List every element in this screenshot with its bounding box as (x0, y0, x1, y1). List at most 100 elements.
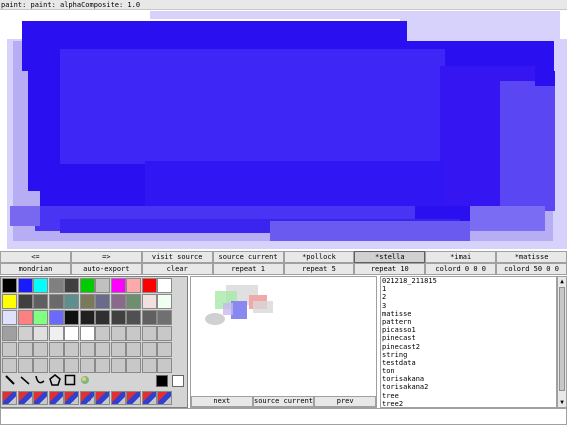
palette-swatch[interactable] (79, 310, 95, 325)
palette-swatch[interactable] (126, 358, 141, 373)
palette-swatch[interactable] (33, 358, 48, 373)
list-item[interactable]: testdata (381, 359, 556, 367)
colord-0-button[interactable]: colord 0 0 0 (425, 263, 497, 275)
status-input[interactable] (0, 408, 567, 425)
palette-preset-swatch[interactable] (157, 391, 172, 405)
shape-icon[interactable] (48, 374, 62, 388)
palette-swatch[interactable] (157, 278, 172, 293)
palette-swatch[interactable] (110, 326, 126, 341)
palette-swatch[interactable] (95, 294, 110, 309)
palette-swatch[interactable] (95, 342, 110, 357)
palette-swatch[interactable] (79, 326, 95, 341)
list-item[interactable]: 1 (381, 285, 556, 293)
paint-canvas[interactable] (0, 11, 567, 250)
clear-button[interactable]: clear (141, 263, 213, 275)
palette-swatch[interactable] (110, 310, 126, 325)
prev-button[interactable]: prev (314, 396, 377, 407)
palette-swatch[interactable] (141, 278, 157, 293)
list-item[interactable]: tree2 (381, 400, 556, 407)
scroll-down-icon[interactable]: ▼ (558, 398, 566, 407)
palette-preset-swatch[interactable] (126, 391, 141, 405)
palette-swatch[interactable] (64, 326, 79, 341)
palette-swatch[interactable] (141, 342, 157, 357)
palette-swatch[interactable] (157, 326, 172, 341)
palette-swatch[interactable] (2, 358, 17, 373)
list-item[interactable]: picasso1 (381, 326, 556, 334)
imai-button[interactable]: *imai (425, 251, 497, 263)
list-item[interactable]: 2 (381, 293, 556, 301)
palette-preset-swatch[interactable] (17, 391, 33, 405)
palette-preset-swatch[interactable] (48, 391, 64, 405)
list-item[interactable]: matisse (381, 310, 556, 318)
list-item[interactable]: ton (381, 367, 556, 375)
back-button[interactable]: <= (0, 251, 71, 263)
palette-swatch[interactable] (17, 358, 33, 373)
colord-50-button[interactable]: colord 50 0 0 (496, 263, 567, 275)
palette-swatch[interactable] (157, 310, 172, 325)
list-item[interactable]: tree (381, 392, 556, 400)
palette-swatch[interactable] (126, 278, 141, 293)
image-icon[interactable] (78, 374, 92, 388)
palette-preset-swatch[interactable] (141, 391, 157, 405)
palette-swatch[interactable] (33, 294, 48, 309)
scroll-up-icon[interactable]: ▲ (558, 277, 566, 286)
palette-swatch[interactable] (2, 278, 17, 293)
file-list[interactable]: 021218_211815 1 2 3 matisse pattern picasso1 pi… (380, 276, 557, 408)
curve-icon[interactable] (33, 374, 47, 388)
palette-swatch[interactable] (64, 310, 79, 325)
palette-swatch[interactable] (95, 278, 110, 293)
palette-swatch[interactable] (110, 294, 126, 309)
matisse-button[interactable]: *matisse (496, 251, 567, 263)
repeat-10-button[interactable]: repeat 10 (354, 263, 426, 275)
palette-swatch[interactable] (95, 310, 110, 325)
palette-swatch[interactable] (141, 310, 157, 325)
palette-swatch[interactable] (126, 294, 141, 309)
palette-swatch[interactable] (110, 342, 126, 357)
file-list-scrollbar[interactable]: ▲ ▼ (557, 276, 567, 408)
palette-swatch[interactable] (48, 294, 64, 309)
list-item[interactable]: 3 (381, 302, 556, 310)
auto-export-button[interactable]: auto-export (70, 263, 142, 275)
list-item[interactable]: torisakana2 (381, 383, 556, 391)
palette-swatch[interactable] (48, 358, 64, 373)
palette-swatch[interactable] (141, 294, 157, 309)
palette-swatch[interactable] (17, 278, 33, 293)
stroke-color-swatch[interactable] (172, 375, 184, 387)
palette-preset-swatch[interactable] (2, 391, 17, 405)
source-current-preview-button[interactable]: source current (252, 396, 315, 407)
palette-swatch[interactable] (126, 342, 141, 357)
palette-swatch[interactable] (48, 342, 64, 357)
list-item[interactable]: string (381, 351, 556, 359)
palette-swatch[interactable] (17, 310, 33, 325)
palette-swatch[interactable] (157, 294, 172, 309)
palette-swatch[interactable] (141, 358, 157, 373)
palette-swatch[interactable] (126, 326, 141, 341)
palette-swatch[interactable] (64, 278, 79, 293)
palette-swatch[interactable] (79, 294, 95, 309)
palette-swatch[interactable] (95, 358, 110, 373)
palette-swatch[interactable] (79, 358, 95, 373)
scroll-thumb[interactable] (559, 287, 565, 391)
palette-swatch[interactable] (157, 342, 172, 357)
palette-swatch[interactable] (33, 278, 48, 293)
list-item[interactable]: pattern (381, 318, 556, 326)
line-icon[interactable] (18, 374, 32, 388)
palette-preset-swatch[interactable] (79, 391, 95, 405)
palette-swatch[interactable] (48, 278, 64, 293)
palette-swatch[interactable] (110, 278, 126, 293)
palette-swatch[interactable] (141, 326, 157, 341)
palette-swatch[interactable] (79, 342, 95, 357)
palette-swatch[interactable] (17, 326, 33, 341)
pencil-icon[interactable] (3, 374, 17, 388)
palette-swatch[interactable] (64, 294, 79, 309)
palette-swatch[interactable] (2, 326, 17, 341)
palette-swatch[interactable] (17, 294, 33, 309)
source-current-button[interactable]: source current (212, 251, 284, 263)
palette-swatch[interactable] (33, 342, 48, 357)
palette-preset-swatch[interactable] (95, 391, 110, 405)
fill-color-swatch[interactable] (156, 375, 168, 387)
palette-swatch[interactable] (64, 342, 79, 357)
list-item[interactable]: 021218_211815 (381, 277, 556, 285)
palette-swatch[interactable] (79, 278, 95, 293)
palette-preset-swatch[interactable] (64, 391, 79, 405)
